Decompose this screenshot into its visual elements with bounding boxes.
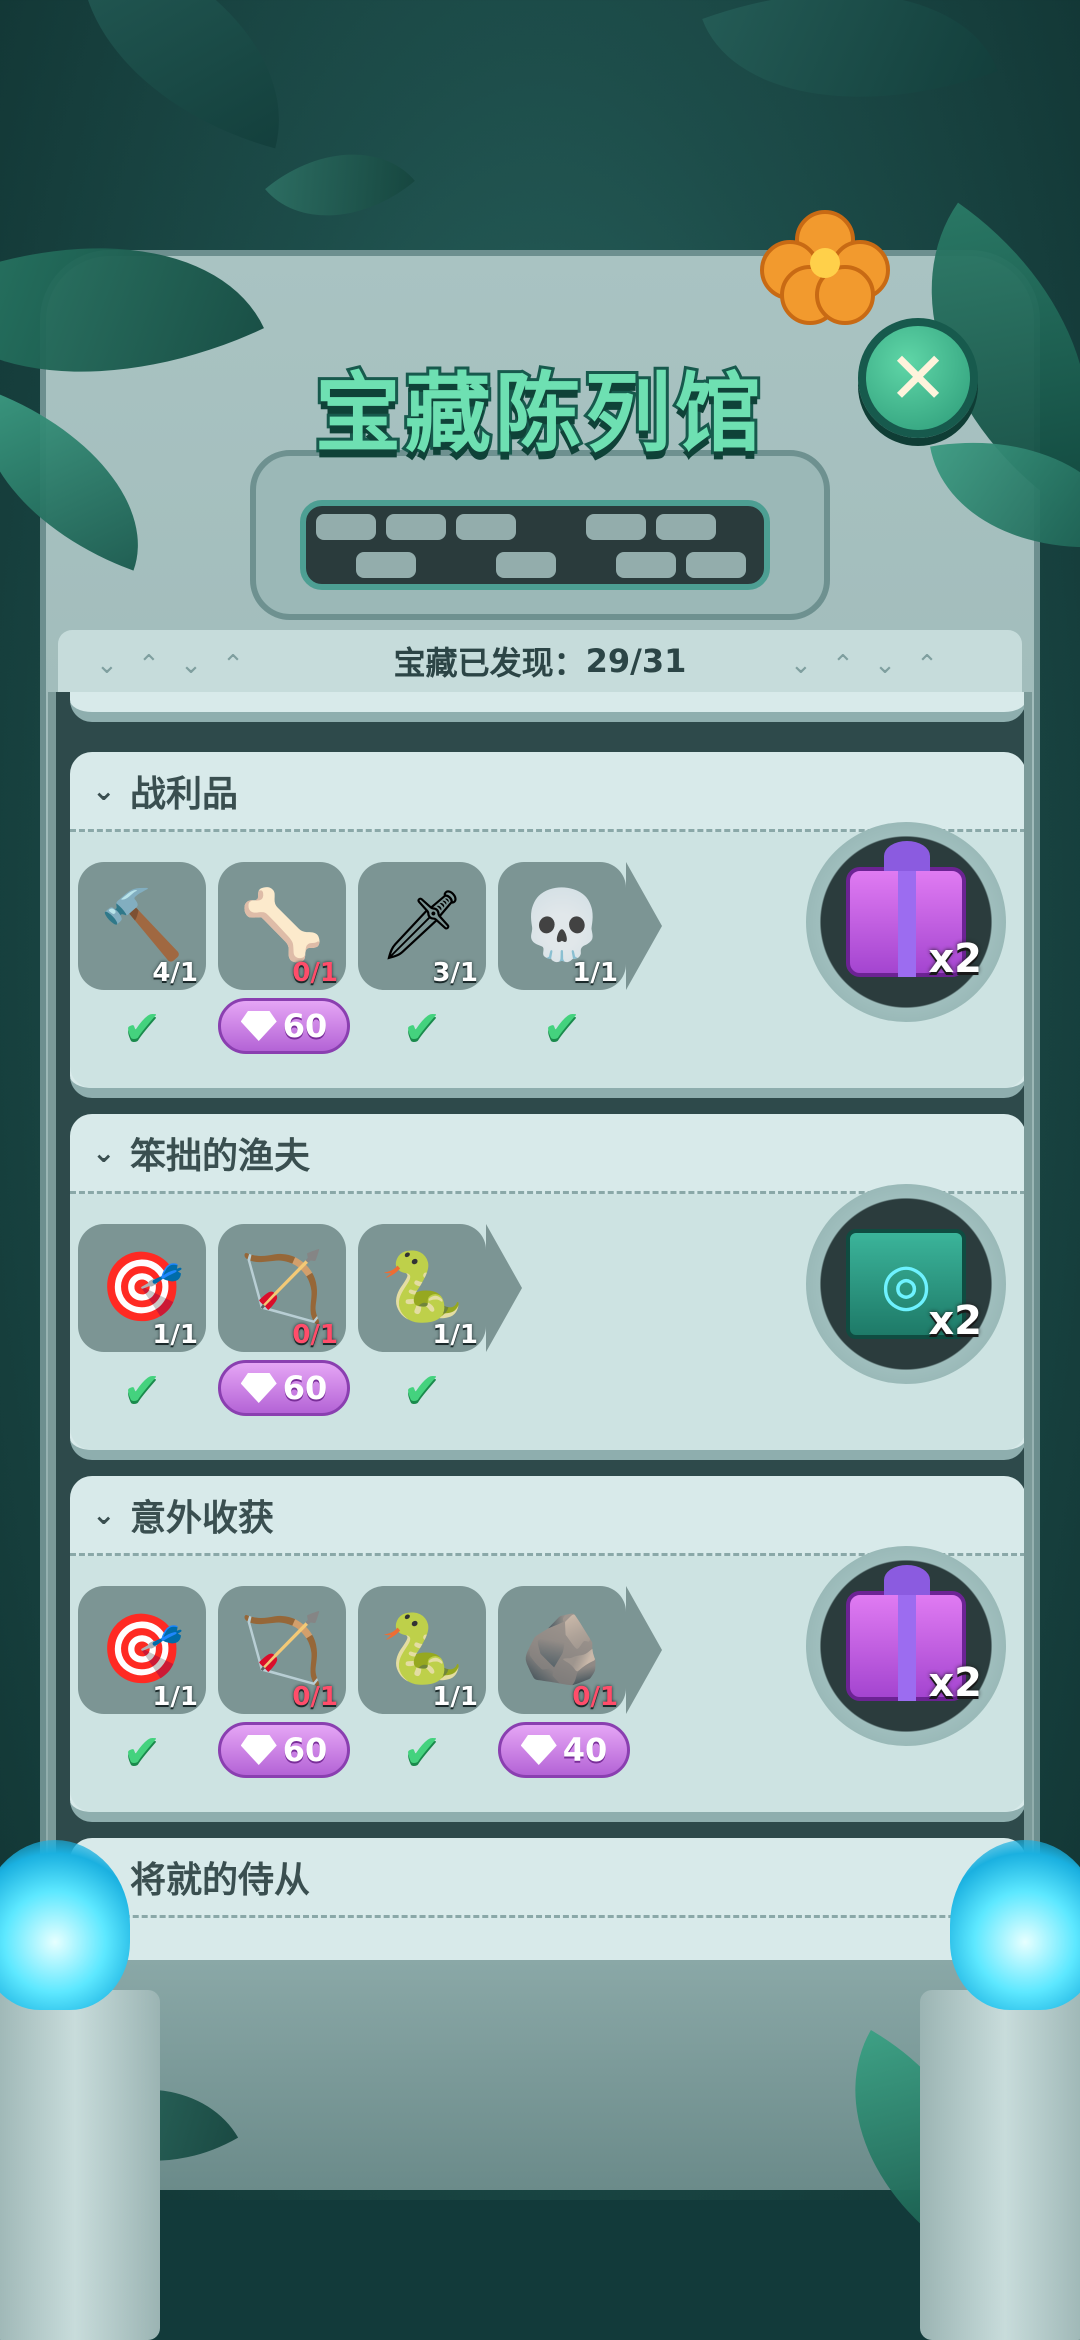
treasure-item[interactable]: 🪨 0/1 40: [498, 1586, 630, 1778]
item-count: 1/1: [432, 1320, 478, 1350]
treasure-item[interactable]: 🔨 4/1 ✔: [78, 862, 206, 1054]
category-reward[interactable]: x2: [806, 1546, 1006, 1746]
category-header[interactable]: ⌄ 将就的侍从: [70, 1838, 1024, 1918]
orange-flower-decoration: [760, 210, 890, 325]
check-icon: ✔: [122, 1000, 162, 1054]
chevron-down-icon: ⌄: [92, 774, 116, 807]
gem-icon: [240, 1373, 277, 1403]
category-card-partial: [70, 692, 1024, 722]
item-count: 4/1: [152, 958, 198, 988]
gem-icon: [240, 1011, 277, 1041]
item-count: 1/1: [432, 1682, 478, 1712]
category-header[interactable]: ⌄ 意外收获: [70, 1476, 1024, 1556]
stone-pillar: [920, 1990, 1080, 2340]
page-title: 宝藏陈列馆: [312, 361, 765, 467]
skull-necklace-icon: 💀: [519, 886, 605, 965]
treasure-item[interactable]: 🐍 1/1 ✔: [358, 1586, 486, 1778]
item-count: 0/1: [292, 1682, 338, 1712]
stone-base: [100, 1960, 980, 2190]
check-icon: ✔: [122, 1362, 162, 1416]
reward-multiplier: x2: [928, 1298, 982, 1344]
buy-with-gems-button[interactable]: 40: [498, 1722, 630, 1778]
serpent-stone-icon: 🐍: [379, 1248, 465, 1327]
target-arrows-icon: 🎯: [99, 1610, 185, 1689]
item-count: 0/1: [292, 1320, 338, 1350]
chevron-down-icon: ⌄: [92, 1136, 116, 1169]
category-card: ⌄ 战利品 🔨 4/1 ✔ 🦴 0/1 60 🗡 3/1 ✔ 💀 1/1 ✔ x…: [70, 752, 1024, 1098]
serpent-stone-icon: 🐍: [379, 1610, 465, 1689]
spear-tip-icon: 🗡: [378, 886, 466, 965]
check-icon: ✔: [542, 1000, 582, 1054]
item-count: 1/1: [572, 958, 618, 988]
progress-label: 宝藏已发现：: [393, 644, 586, 682]
gem-price: 60: [282, 1369, 328, 1407]
bow-arrow-icon: 🏹: [239, 1610, 325, 1689]
stone-hammer-icon: 🔨: [99, 886, 185, 965]
reward-multiplier: x2: [928, 1660, 982, 1706]
beast-stone-icon: 🪨: [519, 1610, 605, 1689]
bone-icon: 🦴: [239, 886, 325, 965]
treasure-item[interactable]: 🐍 1/1 ✔: [358, 1224, 486, 1416]
buy-with-gems-button[interactable]: 60: [218, 998, 350, 1054]
category-name: 意外收获: [130, 1497, 275, 1539]
row-arrow-decoration: [486, 1224, 522, 1352]
treasure-item[interactable]: 🦴 0/1 60: [218, 862, 350, 1054]
chevron-down-icon: ⌄: [92, 1498, 116, 1531]
category-reward[interactable]: ◎ x2: [806, 1184, 1006, 1384]
stone-pillar: [0, 1990, 160, 2340]
category-name: 战利品: [130, 773, 239, 815]
treasure-item[interactable]: 🎯 1/1 ✔: [78, 1224, 206, 1416]
category-name: 将就的侍从: [130, 1859, 311, 1901]
check-icon: ✔: [122, 1724, 162, 1778]
buy-with-gems-button[interactable]: 60: [218, 1722, 350, 1778]
category-card: ⌄ 意外收获 🎯1/1 ✔ 🏹0/1 60 🐍1/1 ✔ 🪨0/1 40: [70, 1476, 1024, 1822]
row-arrow-decoration: [626, 1586, 662, 1714]
treasure-item[interactable]: 🎯 1/1 ✔: [78, 1586, 206, 1778]
buy-with-gems-button[interactable]: 60: [218, 1360, 350, 1416]
progress-value: 29/31: [585, 642, 687, 680]
gem-price: 60: [282, 1731, 328, 1769]
jungle-leaf-decoration: [702, 0, 998, 160]
target-arrows-icon: 🎯: [99, 1248, 185, 1327]
category-header[interactable]: ⌄ 笨拙的渔夫: [70, 1114, 1024, 1194]
category-name: 笨拙的渔夫: [130, 1135, 311, 1177]
gem-icon: [240, 1735, 277, 1765]
check-icon: ✔: [402, 1724, 442, 1778]
chevron-pattern-decoration: ⌄ ⌃ ⌄ ⌃: [96, 650, 250, 680]
treasure-item[interactable]: 🏹 0/1 60: [218, 1224, 350, 1416]
check-icon: ✔: [402, 1362, 442, 1416]
gem-price: 60: [282, 1007, 328, 1045]
close-button[interactable]: ✕: [858, 318, 978, 438]
category-header[interactable]: ⌄ 战利品: [70, 752, 1024, 832]
bow-arrow-icon: 🏹: [239, 1248, 325, 1327]
chevron-pattern-decoration: ⌄ ⌃ ⌄ ⌃: [790, 650, 944, 680]
header-slot-window: [300, 500, 770, 590]
row-arrow-decoration: [626, 862, 662, 990]
item-count: 0/1: [292, 958, 338, 988]
item-count: 0/1: [572, 1682, 618, 1712]
item-count: 1/1: [152, 1320, 198, 1350]
gem-icon: [520, 1735, 557, 1765]
item-count: 1/1: [152, 1682, 198, 1712]
treasure-item[interactable]: 💀 1/1 ✔: [498, 862, 626, 1054]
close-icon: ✕: [887, 336, 949, 420]
item-count: 3/1: [432, 958, 478, 988]
category-card: ⌄ 笨拙的渔夫 🎯 1/1 ✔ 🏹 0/1 60 🐍 1/1 ✔ ◎ x2: [70, 1114, 1024, 1460]
treasure-item[interactable]: 🗡 3/1 ✔: [358, 862, 486, 1054]
jungle-leaf-decoration: [265, 111, 415, 259]
treasure-category-list[interactable]: ⌄ 战利品 🔨 4/1 ✔ 🦴 0/1 60 🗡 3/1 ✔ 💀 1/1 ✔ x…: [48, 692, 1032, 1960]
treasure-item[interactable]: 🏹 0/1 60: [218, 1586, 350, 1778]
category-card: ⌄ 将就的侍从: [70, 1838, 1024, 1960]
jungle-leaf-decoration: [43, 0, 317, 149]
gem-price: 40: [562, 1731, 608, 1769]
check-icon: ✔: [402, 1000, 442, 1054]
reward-multiplier: x2: [928, 936, 982, 982]
category-reward[interactable]: x2: [806, 822, 1006, 1022]
